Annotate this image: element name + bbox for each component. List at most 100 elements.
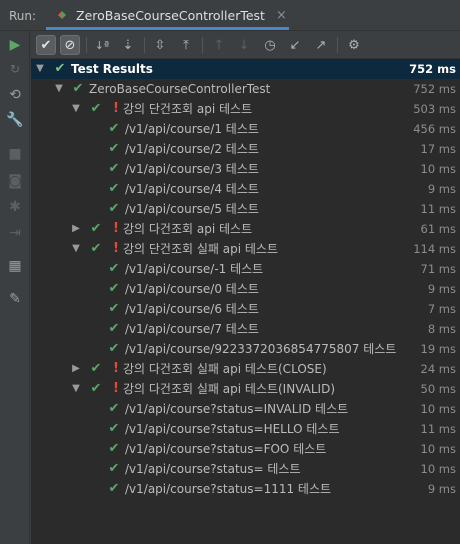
tree-row-test[interactable]: ✔ /v1/api/course/9223372036854775807 테스트… [31,339,460,359]
row-label: /v1/api/course/-1 테스트 [125,262,264,276]
passed-check-icon: ✔ [108,141,120,156]
row-duration: 10 ms [420,462,456,476]
row-duration: 8 ms [427,322,456,336]
passed-check-icon: ✔ [108,161,120,176]
collapse-all-icon[interactable]: ⤒ [176,35,196,55]
show-ignored-icon[interactable]: ⊘ [60,35,80,55]
row-duration: 10 ms [420,442,456,456]
row-duration: 19 ms [420,342,456,356]
tree-row-group[interactable]: ▶ ✔ ! 강의 다건조회 실패 api 테스트(CLOSE) 24 ms [31,359,460,379]
run-icon[interactable]: ▶ [6,36,24,54]
sort-duration-icon[interactable]: ⇣ [118,35,138,55]
expand-arrow-icon[interactable]: ▼ [70,379,82,399]
tree-row-test[interactable]: ✔ /v1/api/course/3 테스트 10 ms [31,159,460,179]
import-tests-icon[interactable]: ↙ [285,35,305,55]
row-label: /v1/api/course/2 테스트 [125,142,259,156]
expand-arrow-icon[interactable]: ▼ [34,59,46,79]
tree-row-class[interactable]: ▼ ✔ ZeroBaseCourseControllerTest 752 ms [31,79,460,99]
toolbar-separator [86,37,87,53]
passed-check-icon: ✔ [108,301,120,316]
row-duration: 9 ms [427,482,456,496]
test-toolbar: ✔ ⊘ ↓ª ⇣ ⇳ ⤒ ↑ ↓ ◷ ↙ ↗ ⚙ [31,31,460,59]
row-label: /v1/api/course/9223372036854775807 테스트 [125,342,397,356]
row-duration: 50 ms [420,382,456,396]
expand-all-icon[interactable]: ⇳ [150,35,170,55]
tree-row-group[interactable]: ▼ ✔ ! 강의 다건조회 실패 api 테스트(INVALID) 50 ms [31,379,460,399]
passed-check-icon: ✔ [108,481,120,496]
row-duration: 9 ms [427,282,456,296]
pin-icon[interactable]: ✎ [6,290,24,308]
row-label: 강의 단건조회 api 테스트 [123,102,253,116]
show-passed-icon[interactable]: ✔ [36,35,56,55]
passed-check-icon: ✔ [54,61,66,76]
tab-zerobase-course-controller-test[interactable]: ZeroBaseCourseControllerTest × [46,0,289,30]
row-duration: 71 ms [420,262,456,276]
settings-icon[interactable]: ⚙ [344,35,364,55]
row-duration: 114 ms [413,242,456,256]
tree-row-test[interactable]: ✔ /v1/api/course/1 테스트 456 ms [31,119,460,139]
prev-failed-icon[interactable]: ↑ [209,35,229,55]
export-tests-icon[interactable]: ↗ [311,35,331,55]
tree-row-test[interactable]: ✔ /v1/api/course/2 테스트 17 ms [31,139,460,159]
row-duration: 456 ms [413,122,456,136]
row-duration: 10 ms [420,162,456,176]
tree-row-test[interactable]: ✔ /v1/api/course/4 테스트 9 ms [31,179,460,199]
expand-arrow-icon[interactable]: ▼ [53,79,65,99]
tree-row-test[interactable]: ✔ /v1/api/course/6 테스트 7 ms [31,299,460,319]
tree-row-test[interactable]: ✔ /v1/api/course?status=INVALID 테스트 10 m… [31,399,460,419]
tree-row-test[interactable]: ✔ /v1/api/course/0 테스트 9 ms [31,279,460,299]
stop-icon[interactable]: ■ [6,145,24,163]
wrench-icon[interactable]: 🔧 [6,111,24,129]
tree-row-group[interactable]: ▼ ✔ ! 강의 단건조회 실패 api 테스트 114 ms [31,239,460,259]
expand-arrow-icon[interactable]: ▼ [70,99,82,119]
tree-row-test-results[interactable]: ▼ ✔ Test Results 752 ms [31,59,460,79]
row-label: /v1/api/course?status= 테스트 [125,462,301,476]
row-duration: 11 ms [420,202,456,216]
layout-icon[interactable]: ▦ [6,257,24,275]
close-icon[interactable]: × [276,8,287,23]
passed-check-icon: ✔ [90,101,102,116]
passed-check-icon: ✔ [108,261,120,276]
sort-alpha-icon[interactable]: ↓ª [92,35,112,55]
row-label: 강의 다건조회 실패 api 테스트(INVALID) [123,382,335,396]
row-label: 강의 다건조회 실패 api 테스트(CLOSE) [123,362,327,376]
row-duration: 17 ms [420,142,456,156]
row-label: /v1/api/course/0 테스트 [125,282,259,296]
tree-row-group[interactable]: ▶ ✔ ! 강의 다건조회 api 테스트 61 ms [31,219,460,239]
passed-check-icon: ✔ [108,181,120,196]
rerun-failed-icon[interactable]: ↻ [6,60,24,78]
camera-icon[interactable]: ◙ [6,172,24,190]
tree-row-group[interactable]: ▼ ✔ ! 강의 단건조회 api 테스트 503 ms [31,99,460,119]
row-label: /v1/api/course?status=FOO 테스트 [125,442,327,456]
row-label: /v1/api/course/1 테스트 [125,122,259,136]
row-duration: 61 ms [420,222,456,236]
row-label: Test Results [71,62,153,76]
test-results-tree: ▼ ✔ Test Results 752 ms ▼ ✔ ZeroBaseCour… [31,59,460,544]
warning-mark-icon: ! [113,381,119,396]
row-duration: 503 ms [413,102,456,116]
row-duration: 9 ms [427,182,456,196]
tab-title: ZeroBaseCourseControllerTest [76,7,265,23]
tree-row-test[interactable]: ✔ /v1/api/course/5 테스트 11 ms [31,199,460,219]
tree-row-test[interactable]: ✔ /v1/api/course?status=HELLO 테스트 11 ms [31,419,460,439]
row-duration: 11 ms [420,422,456,436]
toggle-auto-test-icon[interactable]: ⟲ [6,86,24,104]
tree-row-test[interactable]: ✔ /v1/api/course?status= 테스트 10 ms [31,459,460,479]
toolbar-separator [337,37,338,53]
tree-row-test[interactable]: ✔ /v1/api/course?status=FOO 테스트 10 ms [31,439,460,459]
history-icon[interactable]: ◷ [260,35,280,55]
collapsed-arrow-icon[interactable]: ▶ [70,359,82,379]
collapsed-arrow-icon[interactable]: ▶ [70,219,82,239]
expand-arrow-icon[interactable]: ▼ [70,239,82,259]
exit-icon[interactable]: ⇥ [6,224,24,242]
passed-check-icon: ✔ [108,441,120,456]
tree-row-test[interactable]: ✔ /v1/api/course?status=1111 테스트 9 ms [31,479,460,499]
tree-row-test[interactable]: ✔ /v1/api/course/-1 테스트 71 ms [31,259,460,279]
row-label: /v1/api/course?status=1111 테스트 [125,482,332,496]
tree-row-test[interactable]: ✔ /v1/api/course/7 테스트 8 ms [31,319,460,339]
row-duration: 10 ms [420,402,456,416]
next-failed-icon[interactable]: ↓ [234,35,254,55]
row-duration: 752 ms [413,82,456,96]
debug-icon[interactable]: ✱ [6,198,24,216]
passed-check-icon: ✔ [108,121,120,136]
